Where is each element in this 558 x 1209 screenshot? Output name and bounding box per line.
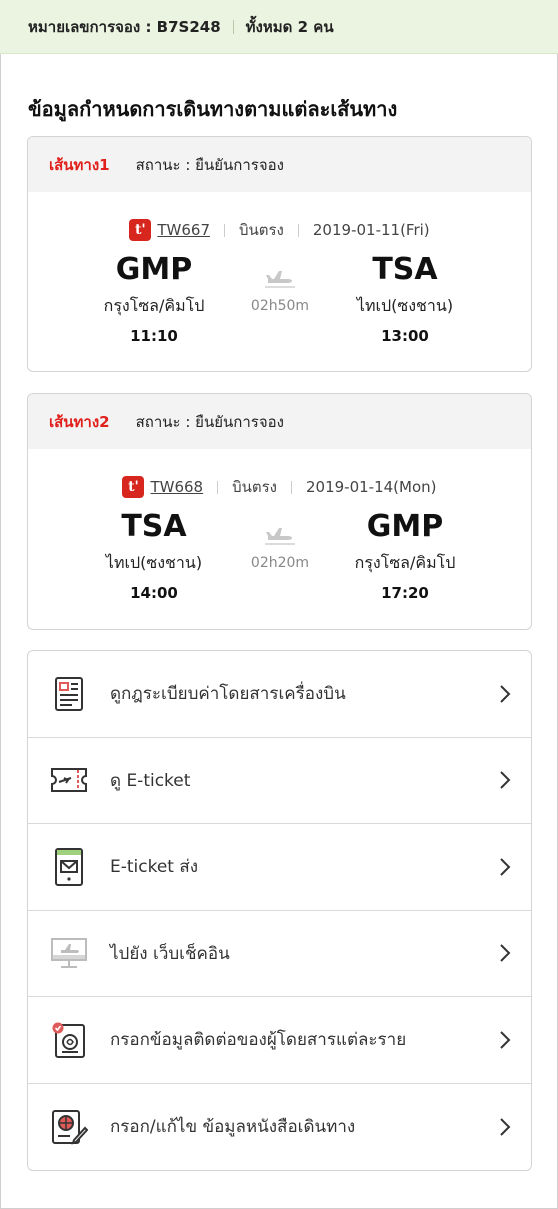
airports: TSA ไทเป(ซงชาน) 14:00 02h20m GMP กรุงโซล… xyxy=(28,505,531,613)
departure-time: 11:10 xyxy=(130,327,178,345)
airports: GMP กรุงโซล/คิมโป 11:10 02h50m TSA ไทเป(… xyxy=(28,248,531,356)
chevron-right-icon xyxy=(500,1031,511,1049)
chevron-right-icon xyxy=(500,685,511,703)
airplane-icon xyxy=(265,528,295,545)
flight-number-link[interactable]: TW668 xyxy=(150,478,203,496)
divider xyxy=(223,223,225,237)
departure-city: กรุงโซล/คิมโป xyxy=(103,296,205,315)
menu-label: ไปยัง เว็บเช็คอิน xyxy=(110,943,230,964)
arrival-city: ไทเป(ซงชาน) xyxy=(356,296,454,315)
fare-rules-document-icon xyxy=(50,675,88,713)
route-status: สถานะ : ยืนยันการจอง xyxy=(135,155,284,174)
menu-item-fare-rules[interactable]: ดูกฎระเบียบค่าโดยสารเครื่องบิน xyxy=(28,651,531,738)
route-label: เส้นทาง2 xyxy=(49,412,110,431)
arrival: TSA ไทเป(ซงชาน) 13:00 xyxy=(305,248,505,345)
arrival-city: กรุงโซล/คิมโป xyxy=(354,553,456,572)
divider xyxy=(297,223,299,237)
route-header: เส้นทาง2 สถานะ : ยืนยันการจอง xyxy=(28,394,531,449)
send-ticket-phone-icon xyxy=(50,847,88,886)
arrival: GMP กรุงโซล/คิมโป 17:20 xyxy=(305,505,505,602)
route-status: สถานะ : ยืนยันการจอง xyxy=(135,412,284,431)
menu-item-send-eticket[interactable]: E-ticket ส่ง xyxy=(28,824,531,911)
menu-item-contact-info[interactable]: กรอกข้อมูลติดต่อของผู้โดยสารแต่ละราย xyxy=(28,997,531,1084)
arrival-code: GMP xyxy=(366,509,444,544)
menu-label: ดูกฎระเบียบค่าโดยสารเครื่องบิน xyxy=(110,684,346,705)
section-title: ข้อมูลกำหนดการเดินทางตามแต่ละเส้นทาง xyxy=(28,97,398,121)
chevron-right-icon xyxy=(500,1118,511,1136)
flight-type: บินตรง xyxy=(238,221,284,239)
contact-info-icon xyxy=(50,1021,88,1059)
departure-code: TSA xyxy=(121,509,187,544)
action-menu: ดูกฎระเบียบค่าโดยสารเครื่องบิน ดู E-tick… xyxy=(27,650,532,1171)
route-label: เส้นทาง1 xyxy=(49,155,110,174)
menu-label: กรอกข้อมูลติดต่อของผู้โดยสารแต่ละราย xyxy=(110,1030,407,1051)
booking-header: หมายเลขการจอง : B7S248 ทั้งหมด 2 คน xyxy=(0,0,558,54)
airline-logo-icon: t' xyxy=(129,219,152,241)
departure-time: 14:00 xyxy=(130,584,178,602)
flight-date: 2019-01-11(Fri) xyxy=(312,221,430,239)
chevron-right-icon xyxy=(500,771,511,789)
arrival-code: TSA xyxy=(372,252,438,287)
departure-code: GMP xyxy=(115,252,193,287)
chevron-right-icon xyxy=(500,858,511,876)
flight-type: บินตรง xyxy=(232,478,277,496)
passport-edit-icon xyxy=(50,1108,88,1146)
arrival-time: 13:00 xyxy=(381,327,429,345)
menu-item-web-checkin[interactable]: ไปยัง เว็บเช็คอิน xyxy=(28,911,531,997)
flight-info: t' TW668 บินตรง 2019-01-14(Mon) xyxy=(28,475,531,499)
web-checkin-monitor-icon xyxy=(50,934,88,972)
airplane-icon xyxy=(265,271,295,288)
route-card-2: เส้นทาง2 สถานะ : ยืนยันการจอง t' TW668 บ… xyxy=(27,393,532,630)
divider xyxy=(217,480,219,494)
ticket-icon xyxy=(50,761,88,799)
header-divider xyxy=(232,19,234,34)
route-card-1: เส้นทาง1 สถานะ : ยืนยันการจอง t' TW667 บ… xyxy=(27,136,532,372)
divider xyxy=(291,480,292,494)
route-header: เส้นทาง1 สถานะ : ยืนยันการจอง xyxy=(28,137,531,192)
booking-number: หมายเลขการจอง : B7S248 xyxy=(28,17,221,36)
departure: TSA ไทเป(ซงชาน) 14:00 xyxy=(54,505,254,602)
chevron-right-icon xyxy=(500,944,511,962)
menu-label: E-ticket ส่ง xyxy=(110,857,199,878)
departure: GMP กรุงโซล/คิมโป 11:10 xyxy=(54,248,254,345)
airline-logo-icon: t' xyxy=(122,476,145,498)
menu-label: ดู E-ticket xyxy=(110,770,191,791)
menu-item-passport[interactable]: กรอก/แก้ไข ข้อมูลหนังสือเดินทาง xyxy=(28,1084,531,1171)
flight-number-link[interactable]: TW667 xyxy=(157,221,210,239)
menu-item-view-eticket[interactable]: ดู E-ticket xyxy=(28,738,531,824)
flight-date: 2019-01-14(Mon) xyxy=(306,478,437,496)
menu-label: กรอก/แก้ไข ข้อมูลหนังสือเดินทาง xyxy=(110,1117,356,1138)
passenger-total: ทั้งหมด 2 คน xyxy=(245,17,334,36)
arrival-time: 17:20 xyxy=(381,584,429,602)
departure-city: ไทเป(ซงชาน) xyxy=(105,553,203,572)
flight-info: t' TW667 บินตรง 2019-01-11(Fri) xyxy=(28,218,531,242)
